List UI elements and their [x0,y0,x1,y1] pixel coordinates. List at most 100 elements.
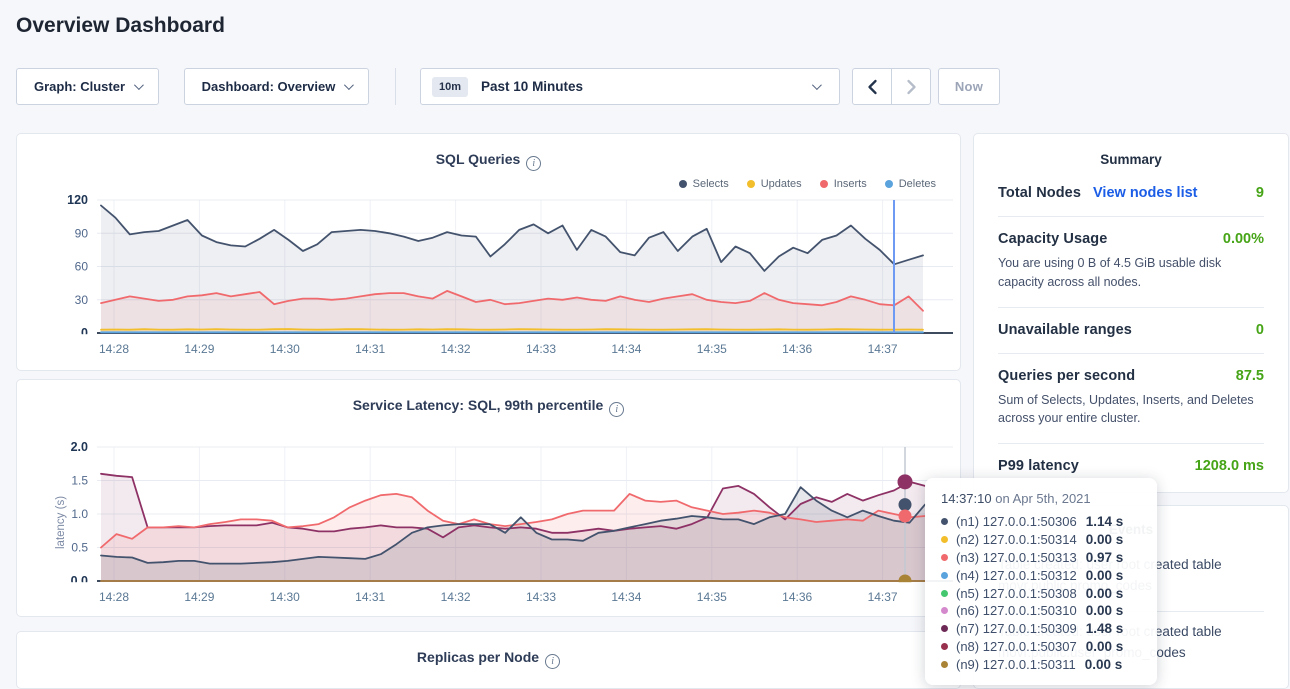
svg-text:14:28: 14:28 [99,590,129,604]
tooltip-row-n1: (n1) 127.0.0.1:503061.14 s [941,513,1141,531]
replicas-per-node-panel: Replicas per Nodei [16,631,961,689]
queries-per-second-description: Sum of Selects, Updates, Inserts, and De… [998,391,1264,429]
capacity-usage-description: You are using 0 B of 4.5 GiB usable disk… [998,254,1264,292]
view-nodes-list-link[interactable]: View nodes list [1093,185,1198,201]
tooltip-row-n4: (n4) 127.0.0.1:503120.00 s [941,566,1141,584]
svg-text:120: 120 [67,193,88,207]
svg-text:14:34: 14:34 [611,590,641,604]
tooltip-row-n2: (n2) 127.0.0.1:503140.00 s [941,531,1141,549]
total-nodes-section: Total Nodes View nodes list 9 [998,171,1264,216]
svg-text:14:31: 14:31 [355,590,385,604]
p99-latency-label: P99 latency [998,458,1079,474]
node-color-dot [941,590,948,597]
legend-dot [747,180,755,188]
time-range-badge: 10m [432,77,468,97]
legend-item-inserts[interactable]: Inserts [820,178,867,190]
unavailable-ranges-label: Unavailable ranges [998,322,1132,338]
legend-item-updates[interactable]: Updates [747,178,802,190]
svg-text:14:32: 14:32 [441,342,471,356]
queries-per-second-label: Queries per second [998,368,1135,384]
time-range-label: Past 10 Minutes [481,79,583,94]
sql-queries-legend: Selects Updates Inserts Deletes [679,178,936,190]
chevron-down-icon [344,80,354,90]
legend-item-deletes[interactable]: Deletes [885,178,936,190]
total-nodes-value: 9 [1256,185,1264,201]
tooltip-row-n3: (n3) 127.0.0.1:503130.97 s [941,549,1141,567]
node-color-dot [941,607,948,614]
tooltip-row-n8: (n8) 127.0.0.1:503070.00 s [941,638,1141,656]
info-icon[interactable]: i [609,402,624,417]
svg-text:14:36: 14:36 [782,342,812,356]
replicas-per-node-title: Replicas per Nodei [17,649,960,669]
unavailable-ranges-section: Unavailable ranges 0 [998,307,1264,353]
page-title: Overview Dashboard [16,14,225,38]
service-latency-chart[interactable]: 14:28 14:29 14:30 14:31 14:32 14:33 14:34 14:35… [33,438,953,608]
service-latency-panel: Service Latency: SQL, 99th percentilei l… [16,379,961,617]
queries-per-second-value: 87.5 [1236,368,1264,384]
legend-item-selects[interactable]: Selects [679,178,729,190]
svg-text:14:28: 14:28 [99,342,129,356]
node-color-dot [941,625,948,632]
info-icon[interactable]: i [545,654,560,669]
controls-divider [395,68,396,105]
info-icon[interactable]: i [526,156,541,171]
now-button[interactable]: Now [938,68,1000,105]
sql-queries-panel: SQL Queriesi Selects Updates Inserts Del… [16,133,961,371]
node-color-dot [941,518,948,525]
now-button-label: Now [955,79,983,94]
svg-text:14:35: 14:35 [697,590,727,604]
prev-time-button[interactable] [853,69,891,104]
chart-hover-tooltip: 14:37:10 on Apr 5th, 2021 (n1) 127.0.0.1… [925,478,1157,685]
chevron-right-icon [906,79,917,95]
svg-text:14:30: 14:30 [270,590,300,604]
queries-per-second-section: Queries per second 87.5 Sum of Selects, … [998,353,1264,444]
node-color-dot [941,536,948,543]
chevron-down-icon [812,80,822,90]
svg-text:14:36: 14:36 [782,590,812,604]
tooltip-timestamp: 14:37:10 on Apr 5th, 2021 [941,491,1141,506]
chevron-down-icon [134,80,144,90]
svg-text:1.0: 1.0 [71,507,88,521]
tooltip-row-n9: (n9) 127.0.0.1:503110.00 s [941,655,1141,673]
chevron-left-icon [867,79,878,95]
sql-queries-chart[interactable]: 14:2814:2914:3014:3114:3214:3314:3414:35… [33,191,953,361]
p99-latency-value: 1208.0 ms [1195,458,1264,474]
sql-queries-title: SQL Queriesi [17,151,960,171]
unavailable-ranges-value: 0 [1256,322,1264,338]
total-nodes-label: Total Nodes [998,185,1081,201]
summary-heading: Summary [974,152,1288,167]
next-time-button[interactable] [891,69,930,104]
time-step-buttons [852,68,931,105]
tooltip-row-n6: (n6) 127.0.0.1:503100.00 s [941,602,1141,620]
capacity-usage-label: Capacity Usage [998,231,1107,247]
svg-text:1.5: 1.5 [71,474,88,488]
node-color-dot [941,643,948,650]
tooltip-row-n7: (n7) 127.0.0.1:503091.48 s [941,620,1141,638]
svg-text:2.0: 2.0 [71,440,88,454]
graph-dropdown-label: Graph: Cluster [34,79,125,94]
dashboard-dropdown-label: Dashboard: Overview [202,79,336,94]
node-color-dot [941,554,948,561]
svg-text:30: 30 [75,293,89,307]
svg-text:60: 60 [75,260,89,274]
svg-text:90: 90 [75,226,89,240]
svg-text:14:33: 14:33 [526,590,556,604]
svg-text:14:32: 14:32 [441,590,471,604]
svg-text:14:31: 14:31 [355,342,385,356]
legend-dot [820,180,828,188]
dashboard-dropdown[interactable]: Dashboard: Overview [184,68,369,105]
service-latency-title: Service Latency: SQL, 99th percentilei [17,397,960,417]
svg-text:14:35: 14:35 [697,342,727,356]
time-range-dropdown[interactable]: 10m Past 10 Minutes [420,68,840,105]
graph-dropdown[interactable]: Graph: Cluster [16,68,159,105]
legend-dot [679,180,687,188]
svg-text:14:34: 14:34 [611,342,641,356]
svg-text:14:30: 14:30 [270,342,300,356]
capacity-usage-section: Capacity Usage 0.00% You are using 0 B o… [998,216,1264,307]
legend-dot [885,180,893,188]
svg-text:14:29: 14:29 [184,590,214,604]
svg-text:14:37: 14:37 [868,342,898,356]
tooltip-row-n5: (n5) 127.0.0.1:503080.00 s [941,584,1141,602]
svg-text:14:33: 14:33 [526,342,556,356]
summary-panel: Summary Total Nodes View nodes list 9 Ca… [973,133,1289,493]
